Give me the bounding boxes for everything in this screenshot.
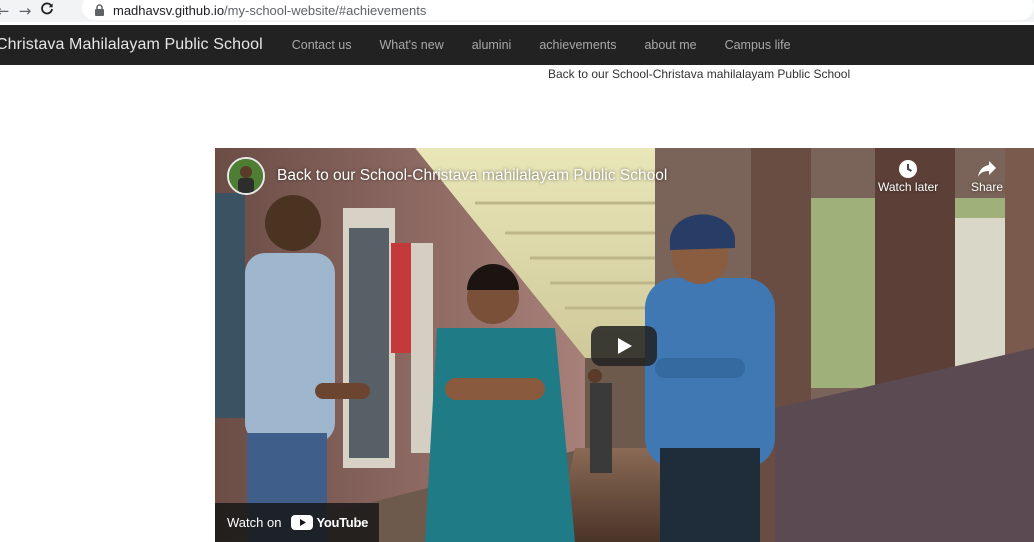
- nav-link-campus-life[interactable]: Campus life: [725, 38, 791, 52]
- nav-link-contact[interactable]: Contact us: [292, 38, 352, 52]
- watch-later-label: Watch later: [878, 180, 939, 194]
- lock-icon: [95, 4, 104, 16]
- video-caption: Back to our School-Christava mahilalayam…: [548, 67, 851, 81]
- play-icon: [618, 338, 632, 354]
- share-arrow-icon: [976, 158, 998, 180]
- video-title[interactable]: Back to our School-Christava mahilalayam…: [277, 167, 667, 185]
- reload-icon[interactable]: [36, 0, 58, 22]
- site-brand[interactable]: Christava Mahilalayam Public School: [0, 36, 263, 54]
- back-arrow-icon[interactable]: ←: [0, 0, 14, 22]
- forward-arrow-icon[interactable]: →: [14, 0, 36, 22]
- url-text: madhavsv.github.io/my-school-website/#ac…: [113, 3, 426, 18]
- url-path: /my-school-website/#achievements: [224, 2, 427, 18]
- video-header: Back to our School-Christava mahilalayam…: [227, 157, 667, 195]
- play-button[interactable]: [591, 326, 657, 366]
- nav-link-whats-new[interactable]: What's new: [380, 38, 444, 52]
- nav-link-alumini[interactable]: alumini: [472, 38, 512, 52]
- watch-on-label: Watch on: [227, 515, 282, 530]
- youtube-embed[interactable]: Back to our School-Christava mahilalayam…: [215, 148, 1034, 542]
- browser-toolbar: ← → madhavsv.github.io/my-school-website…: [0, 0, 1034, 22]
- nav-links: Contact us What's new alumini achievemen…: [292, 38, 819, 52]
- share-button[interactable]: Share: [971, 158, 1003, 194]
- youtube-wordmark: YouTube: [316, 515, 369, 530]
- share-label: Share: [971, 180, 1004, 194]
- youtube-logo: YouTube: [291, 515, 368, 530]
- nav-link-about-me[interactable]: about me: [644, 38, 696, 52]
- watch-later-button[interactable]: Watch later: [878, 158, 938, 194]
- url-host: madhavsv.github.io: [113, 2, 225, 18]
- youtube-play-icon: [291, 515, 314, 530]
- site-navbar: Christava Mahilalayam Public School Cont…: [0, 25, 1034, 65]
- address-bar[interactable]: madhavsv.github.io/my-school-website/#ac…: [82, 0, 1034, 20]
- watch-on-youtube-button[interactable]: Watch on YouTube: [215, 503, 379, 542]
- clock-icon: [897, 158, 919, 180]
- channel-avatar[interactable]: [227, 157, 265, 195]
- nav-link-achievements[interactable]: achievements: [539, 38, 616, 52]
